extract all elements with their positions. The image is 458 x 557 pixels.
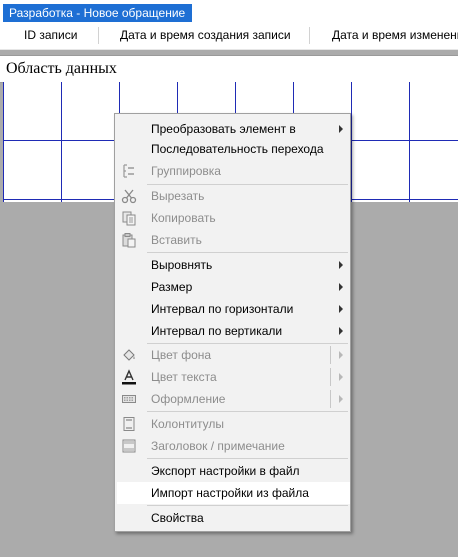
copy-icon [121,210,137,226]
submenu-arrow-icon [339,283,343,291]
menu-item-cut[interactable]: Вырезать [117,185,350,207]
column-header-created[interactable]: Дата и время создания записи [120,22,291,49]
menu-item-label: Колонтитулы [151,417,225,431]
menu-separator [147,505,348,506]
column-separator[interactable] [309,27,310,44]
submenu-arrow-icon [339,373,343,381]
submenu-arrow-icon [339,351,343,359]
border-style-icon [121,391,137,407]
document-tab[interactable]: Разработка - Новое обращение [3,4,193,22]
menu-item-copy[interactable]: Копировать [117,207,350,229]
context-menu: Преобразовать элемент в Последовательнос… [114,113,351,532]
menu-item-import-settings[interactable]: Импорт настройки из файла [117,482,350,504]
column-separator[interactable] [98,27,99,44]
menu-item-label: Цвет фона [151,348,212,362]
menu-item-label: Размер [151,280,193,294]
cut-icon [121,188,137,204]
split-separator [330,368,331,386]
menu-item-align[interactable]: Выровнять [117,254,350,276]
menu-item-fill-color[interactable]: Цвет фона [117,344,350,366]
submenu-arrow-icon [339,125,343,133]
menu-item-label: Копировать [151,211,216,225]
grouping-icon [121,163,137,179]
menu-item-tab-order[interactable]: Последовательность перехода [117,138,350,160]
page-header-footer-icon [121,416,137,432]
menu-item-label: Вырезать [151,189,205,203]
menu-item-export-settings[interactable]: Экспорт настройки в файл [117,460,350,482]
menu-item-label: Свойства [151,511,204,525]
data-area-section-bar[interactable]: Область данных [0,55,458,83]
menu-item-properties[interactable]: Свойства [117,507,350,529]
menu-item-convert-element[interactable]: Преобразовать элемент в [117,118,350,140]
menu-item-text-color[interactable]: Цвет текста [117,366,350,388]
menu-separator [147,458,348,459]
menu-item-horizontal-spacing[interactable]: Интервал по горизонтали [117,298,350,320]
menu-separator [147,411,348,412]
report-header-footer-icon [121,438,137,454]
menu-item-vertical-spacing[interactable]: Интервал по вертикали [117,320,350,342]
submenu-arrow-icon [339,305,343,313]
split-separator [330,346,331,364]
menu-item-label: Экспорт настройки в файл [151,464,300,478]
menu-item-label: Последовательность перехода [151,142,324,156]
menu-item-size[interactable]: Размер [117,276,350,298]
menu-item-appearance[interactable]: Оформление [117,388,350,410]
menu-item-label: Заголовок / примечание [151,439,285,453]
submenu-arrow-icon [339,261,343,269]
window-title-bar: Разработка - Новое обращение [0,0,458,22]
menu-item-label: Цвет текста [151,370,217,384]
split-separator [330,390,331,408]
menu-item-label: Преобразовать элемент в [151,122,296,136]
menu-item-label: Интервал по вертикали [151,324,283,338]
font-color-icon [121,369,137,385]
fill-color-icon [121,347,137,363]
column-header-row: ID записи Дата и время создания записи Д… [0,22,458,50]
column-header-modified[interactable]: Дата и время изменени [332,22,458,49]
submenu-arrow-icon [339,327,343,335]
submenu-arrow-icon [339,395,343,403]
menu-item-label: Вставить [151,233,202,247]
menu-item-report-header[interactable]: Заголовок / примечание [117,435,350,457]
menu-item-label: Интервал по горизонтали [151,302,294,316]
menu-item-label: Выровнять [151,258,213,272]
data-area-label: Область данных [6,60,117,77]
menu-item-label: Группировка [151,164,221,178]
menu-item-grouping[interactable]: Группировка [117,160,350,182]
menu-item-page-headers[interactable]: Колонтитулы [117,413,350,435]
paste-icon [121,232,137,248]
menu-item-label: Импорт настройки из файла [151,486,309,500]
menu-item-label: Оформление [151,392,226,406]
menu-separator [147,252,348,253]
column-header-id[interactable]: ID записи [24,22,77,49]
menu-item-paste[interactable]: Вставить [117,229,350,251]
